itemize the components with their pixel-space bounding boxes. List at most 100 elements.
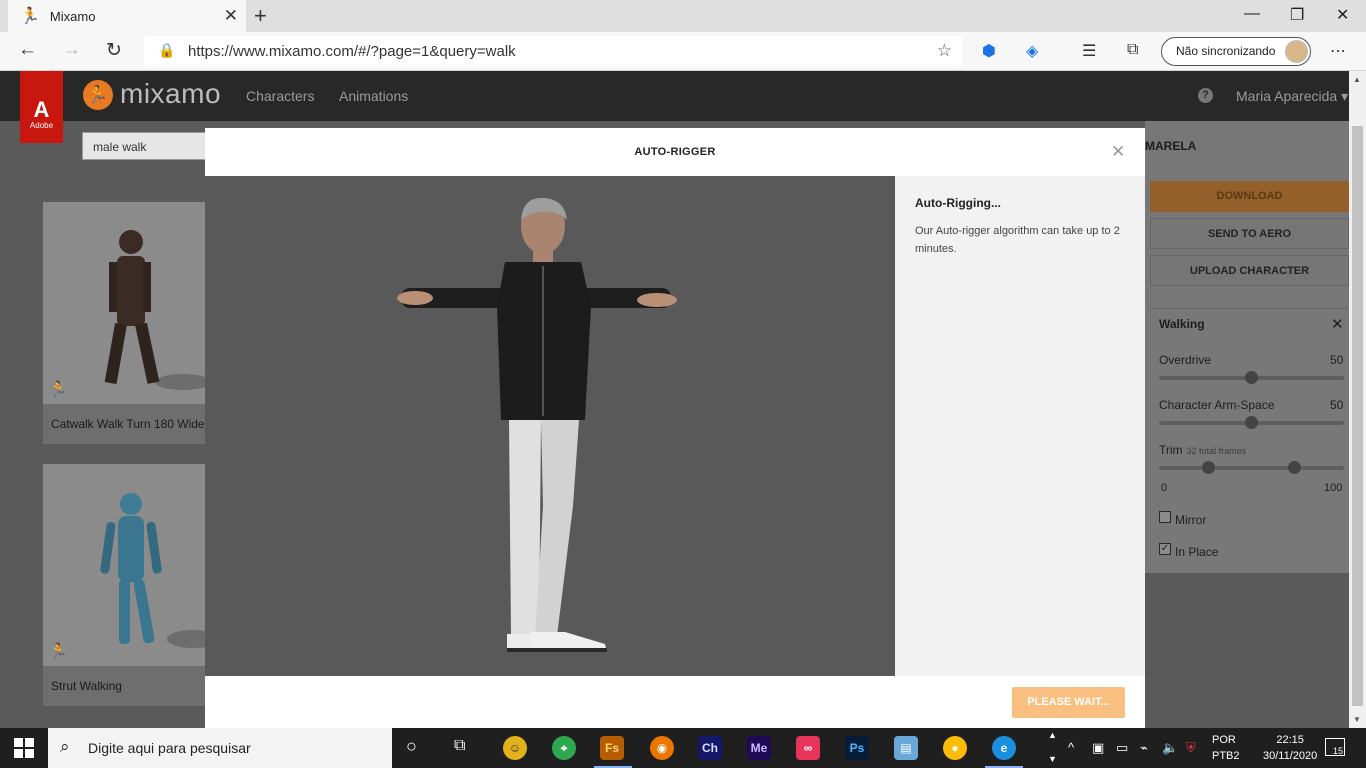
antivirus-icon[interactable]: ⛨ (1186, 740, 1196, 756)
creative-cloud-app-icon[interactable]: ∞ (796, 736, 820, 760)
fuse-app-icon[interactable]: Fs (600, 736, 624, 760)
notifications-icon[interactable]: 15 (1325, 738, 1345, 756)
windows-start-icon[interactable] (14, 738, 34, 758)
restore-icon[interactable]: ❐ (1290, 5, 1304, 25)
windows-taskbar: ⌕ Digite aqui para pesquisar ○ ⧉ ☺ ⌖ Fs … (0, 728, 1366, 768)
address-bar[interactable]: 🔒 https://www.mixamo.com/#/?page=1&query… (144, 36, 962, 67)
photoshop-label: Ps (849, 741, 865, 755)
cortana-icon[interactable]: ○ (406, 736, 417, 757)
edge-app-icon[interactable]: e (992, 736, 1016, 760)
close-icon[interactable]: ✕ (1331, 315, 1344, 333)
notepad-app-icon[interactable]: ▤ (894, 736, 918, 760)
mixamo-brand[interactable]: mixamo (120, 78, 221, 110)
clock[interactable]: 22:15 30/11/2020 (1263, 732, 1317, 764)
walking-figure-illustration (104, 230, 211, 390)
close-icon[interactable]: ✕ (1111, 142, 1125, 162)
language-indicator[interactable]: POR PTB2 (1212, 732, 1240, 764)
animation-thumbnail: 🏃 (43, 202, 213, 404)
collections-icon[interactable]: ⧉ (1127, 41, 1138, 59)
in-place-checkbox[interactable]: ✓ (1159, 543, 1171, 555)
trim-start-handle[interactable] (1202, 461, 1215, 474)
back-icon[interactable]: ← (18, 39, 37, 61)
animation-card-name: Catwalk Walk Turn 180 Wide (43, 404, 213, 444)
status-title: Auto-Rigging... (915, 196, 1001, 210)
upload-character-button[interactable]: UPLOAD CHARACTER (1150, 255, 1349, 286)
arm-space-value: 50 (1330, 398, 1344, 412)
trim-max: 100 (1324, 482, 1343, 494)
battery-icon[interactable]: ▭ (1116, 740, 1128, 756)
character-viewport[interactable] (205, 176, 895, 676)
taskbar-scroll-down-icon[interactable]: ▼ (1048, 754, 1057, 764)
mirror-label: Mirror (1175, 513, 1207, 527)
overdrive-slider-handle[interactable] (1245, 371, 1258, 384)
mirror-checkbox[interactable] (1159, 511, 1171, 523)
url-text[interactable]: https://www.mixamo.com/#/?page=1&query=w… (188, 43, 516, 60)
close-window-icon[interactable]: ✕ (1336, 5, 1349, 25)
search-icon: ⌕ (60, 737, 70, 756)
address-toolbar: ← → ↻ 🔒 https://www.mixamo.com/#/?page=1… (0, 32, 1366, 71)
favorites-icon[interactable]: ☰ (1082, 41, 1096, 61)
character-model-illustration (397, 197, 677, 652)
show-hidden-icons-icon[interactable]: ^ (1068, 740, 1074, 755)
scroll-down-icon[interactable]: ▼ (1353, 715, 1361, 724)
mixamo-favicon-icon: 🏃 (20, 8, 40, 25)
volume-icon[interactable]: 🔈 (1162, 740, 1178, 756)
notification-count: 15 (1332, 746, 1343, 756)
blender-app-icon[interactable]: ◉ (650, 736, 674, 760)
more-menu-icon[interactable]: ⋯ (1330, 41, 1346, 61)
photoshop-app-icon[interactable]: Ps (845, 736, 869, 760)
trim-slider[interactable] (1159, 466, 1344, 470)
download-button[interactable]: DOWNLOAD (1150, 181, 1349, 212)
overdrive-label: Overdrive (1159, 353, 1212, 367)
scrollbar-thumb[interactable] (1352, 126, 1363, 706)
new-tab-icon[interactable]: + (254, 3, 267, 29)
avatar (1285, 40, 1308, 63)
taskbar-scroll-up-icon[interactable]: ▲ (1048, 730, 1057, 740)
maps-app-icon[interactable]: ⌖ (552, 736, 576, 760)
nav-characters[interactable]: Characters (246, 88, 314, 104)
trim-end-handle[interactable] (1288, 461, 1301, 474)
refresh-icon[interactable]: ↻ (106, 39, 122, 62)
close-tab-icon[interactable]: ✕ (224, 6, 238, 26)
please-wait-button[interactable]: PLEASE WAIT... (1012, 687, 1125, 718)
user-menu[interactable]: Maria Aparecida ▾ (1236, 88, 1348, 105)
auto-rigger-modal: AUTO-RIGGER ✕ Auto-Rigging... Our Auto-r… (205, 128, 1145, 728)
adobe-a-icon: A (33, 97, 50, 122)
search-input[interactable]: male walk (82, 132, 222, 160)
forward-icon[interactable]: → (62, 39, 81, 61)
character-animator-app-icon[interactable]: Ch (698, 736, 722, 760)
chrome-app-icon[interactable]: ● (943, 736, 967, 760)
scroll-up-icon[interactable]: ▲ (1353, 75, 1361, 84)
extension-hex-icon[interactable]: ⬢ (982, 41, 996, 61)
profile-button[interactable]: Não sincronizando (1161, 37, 1311, 66)
taskbar-search[interactable]: ⌕ Digite aqui para pesquisar (48, 728, 392, 768)
nav-animations[interactable]: Animations (339, 88, 408, 104)
send-to-aero-button[interactable]: SEND TO AERO (1150, 218, 1349, 249)
browser-tab[interactable]: 🏃 Mixamo ✕ (8, 0, 246, 32)
help-icon[interactable]: ? (1198, 88, 1213, 103)
mixamo-logo-icon[interactable]: 🏃 (83, 80, 113, 110)
media-encoder-app-icon[interactable]: Me (747, 736, 771, 760)
extension-diamond-icon[interactable]: ◈ (1026, 41, 1038, 61)
animation-card[interactable]: 🏃 Strut Walking (43, 464, 213, 706)
meet-now-icon[interactable]: ▣ (1092, 740, 1104, 756)
task-view-icon[interactable]: ⧉ (454, 737, 465, 755)
character-animator-label: Ch (702, 741, 718, 755)
network-icon[interactable]: ⌁ (1140, 740, 1148, 756)
modal-footer: PLEASE WAIT... (205, 676, 1145, 728)
clock-time: 22:15 (1276, 734, 1304, 746)
language-line2: PTB2 (1212, 750, 1240, 762)
adobe-logo-text: Adobe (29, 121, 54, 130)
lock-icon: 🔒 (158, 42, 176, 58)
tab-title: Mixamo (49, 8, 96, 24)
app-face-icon[interactable]: ☺ (503, 736, 527, 760)
minimize-icon[interactable]: — (1244, 5, 1260, 23)
animation-thumbnail: 🏃 (43, 464, 213, 666)
animation-card[interactable]: 🏃 Catwalk Walk Turn 180 Wide (43, 202, 213, 444)
favorite-star-icon[interactable]: ☆ (937, 41, 952, 61)
adobe-logo[interactable]: A Adobe (20, 71, 63, 143)
trim-label: Trim 32 total frames (1159, 443, 1246, 457)
arm-space-slider-handle[interactable] (1245, 416, 1258, 429)
status-text: Our Auto-rigger algorithm can take up to… (915, 225, 1120, 255)
page-scrollbar[interactable]: ▲ ▼ (1349, 71, 1366, 728)
